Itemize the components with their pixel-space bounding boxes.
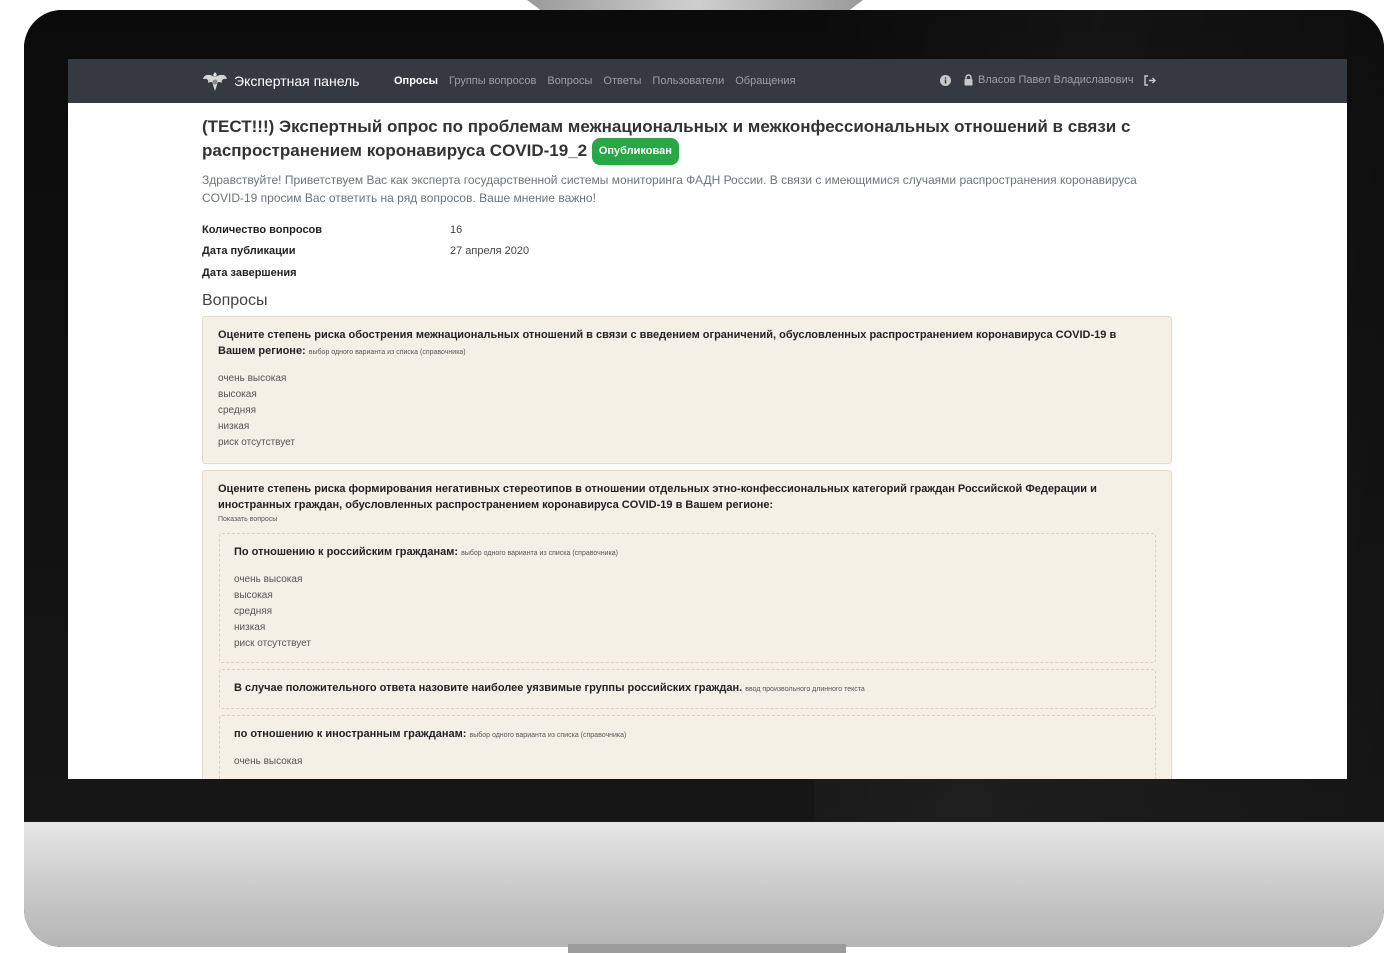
navbar: Экспертная панель Опросы Группы вопросов… bbox=[68, 59, 1347, 103]
nav-link-question-groups[interactable]: Группы вопросов bbox=[449, 75, 536, 87]
option-item: низкая bbox=[234, 621, 266, 633]
option-item: высокая bbox=[234, 589, 273, 601]
option-item: средняя bbox=[218, 404, 257, 416]
options-list: очень высокая bbox=[234, 754, 1141, 770]
meta-label: Количество вопросов bbox=[202, 223, 323, 236]
monitor-chin bbox=[24, 822, 1384, 947]
question-text: Оцените степень риска формирования негат… bbox=[218, 482, 1097, 511]
main-content: (ТЕСТ!!!) Экспертный опрос по проблемам … bbox=[202, 115, 1172, 779]
sub-question-text: По отношению к российским гражданам: выб… bbox=[234, 544, 1141, 562]
meta-label: Дата публикации bbox=[202, 245, 296, 258]
sub-question-card: В случае положительного ответа назовите … bbox=[219, 668, 1156, 709]
nav-links: Опросы Группы вопросов Вопросы Ответы По… bbox=[394, 75, 807, 87]
stand-base bbox=[568, 944, 846, 953]
option-item: очень высокая bbox=[234, 573, 303, 585]
option-item: средняя bbox=[234, 605, 273, 617]
user-lock-icon bbox=[963, 74, 974, 86]
meta-row-count: Количество вопросов 16 bbox=[202, 219, 1172, 241]
nav-link-answers[interactable]: Ответы bbox=[603, 75, 641, 87]
meta-label: Дата завершения bbox=[202, 266, 297, 279]
meta-value: 27 апреля 2020 bbox=[450, 245, 530, 258]
show-questions-link[interactable]: Показать вопросы bbox=[218, 516, 1156, 523]
question-group-card: Оцените степень риска формирования негат… bbox=[202, 469, 1172, 779]
question-type: ввод произвольного длинного текста bbox=[745, 685, 865, 693]
question-card: Оцените степень риска обострения межнаци… bbox=[202, 315, 1172, 464]
question-type: выбор одного варианта из списка (справоч… bbox=[308, 348, 466, 356]
sign-out-icon[interactable] bbox=[1143, 74, 1156, 86]
question-type: выбор одного варианта из списка (справоч… bbox=[461, 549, 618, 557]
sub-question-label: по отношению к иностранным гражданам: bbox=[234, 727, 467, 740]
questions-section-title: Вопросы bbox=[202, 291, 268, 309]
info-circle-icon[interactable] bbox=[940, 74, 951, 86]
sub-question-label: По отношению к российским гражданам: bbox=[234, 545, 459, 558]
question-text: Оцените степень риска обострения межнаци… bbox=[218, 327, 1156, 361]
eagle-emblem-icon bbox=[203, 72, 227, 91]
sub-question-card: По отношению к российским гражданам: выб… bbox=[219, 532, 1156, 663]
status-badge: Опубликован bbox=[591, 138, 679, 165]
screen: Экспертная панель Опросы Группы вопросов… bbox=[68, 59, 1347, 779]
survey-title: (ТЕСТ!!!) Экспертный опрос по проблемам … bbox=[202, 115, 1172, 165]
nav-link-surveys[interactable]: Опросы bbox=[394, 75, 438, 87]
survey-meta: Количество вопросов 16 Дата публикации 2… bbox=[202, 219, 1172, 284]
option-item: риск отсутствует bbox=[218, 436, 295, 448]
option-item: высокая bbox=[218, 388, 257, 400]
nav-link-requests[interactable]: Обращения bbox=[735, 75, 795, 87]
options-list: очень высокая высокая средняя низкая рис… bbox=[234, 572, 1141, 652]
option-item: очень высокая bbox=[218, 372, 287, 384]
sub-question-label: В случае положительного ответа назовите … bbox=[234, 681, 743, 694]
nav-user-area: Власов Павел Владиславович bbox=[940, 74, 1168, 86]
question-type: выбор одного варианта из списка (справоч… bbox=[469, 731, 627, 739]
survey-intro: Здравствуйте! Приветствуем Вас как экспе… bbox=[202, 173, 1137, 205]
brand-label: Экспертная панель bbox=[234, 73, 360, 89]
nav-link-users[interactable]: Пользователи bbox=[652, 75, 724, 87]
options-list: очень высокая высокая средняя низкая рис… bbox=[218, 371, 1156, 451]
meta-value: 16 bbox=[450, 223, 463, 236]
option-item: очень высокая bbox=[234, 755, 303, 767]
option-item: низкая bbox=[218, 420, 250, 432]
nav-link-questions[interactable]: Вопросы bbox=[547, 75, 592, 87]
user-name-link[interactable]: Власов Павел Владиславович bbox=[978, 74, 1134, 86]
sub-question-text: по отношению к иностранным гражданам: вы… bbox=[234, 726, 1141, 744]
sub-question-text: В случае положительного ответа назовите … bbox=[234, 680, 1141, 698]
navbar-brand[interactable]: Экспертная панель bbox=[202, 69, 359, 93]
meta-row-published: Дата публикации 27 апреля 2020 bbox=[202, 241, 1172, 263]
option-item: риск отсутствует bbox=[234, 637, 311, 649]
stand-top bbox=[527, 0, 863, 10]
meta-row-finished: Дата завершения bbox=[202, 262, 1172, 284]
sub-question-card: по отношению к иностранным гражданам: вы… bbox=[219, 714, 1156, 779]
